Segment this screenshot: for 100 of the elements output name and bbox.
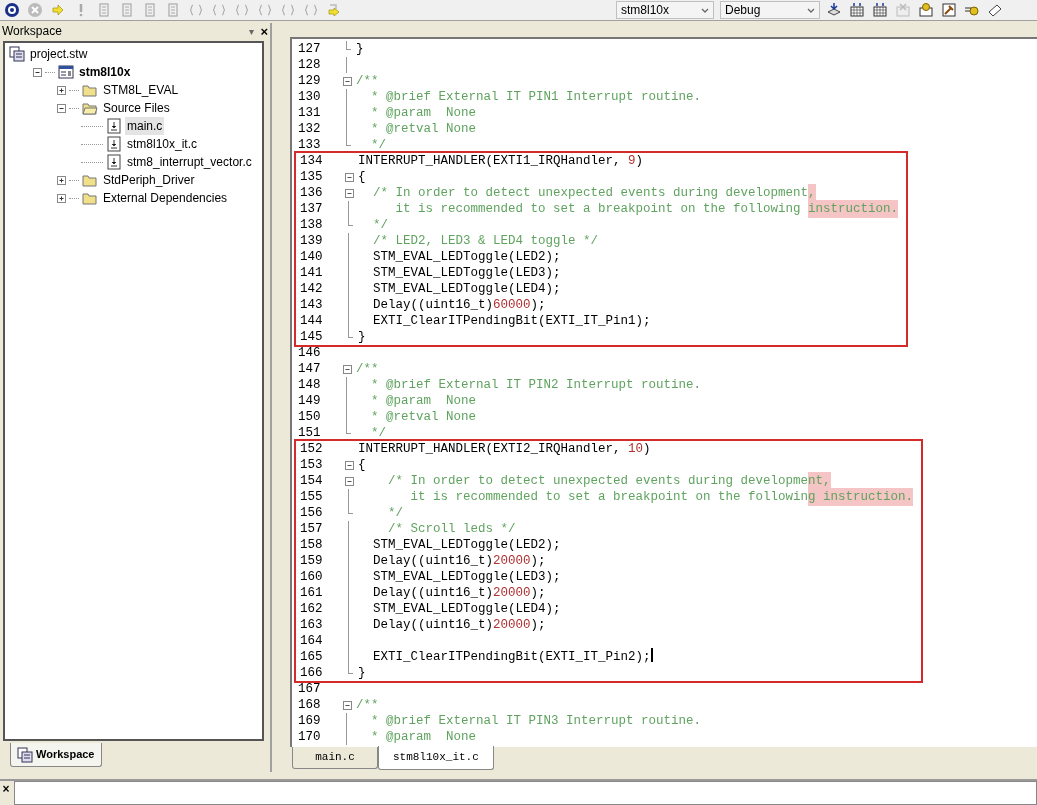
- code-comment: * @retval None: [370, 408, 477, 426]
- line-number: 129: [297, 72, 322, 90]
- number-literal: 10: [628, 440, 644, 458]
- code-comment: instruction.: [808, 199, 899, 219]
- line-number: 128: [297, 56, 322, 74]
- code-comment: /**: [356, 72, 379, 90]
- code-text: }: [358, 328, 366, 346]
- code-comment: * @brief External IT PIN2 Interrupt routine.: [370, 376, 702, 394]
- fold-line: [346, 57, 347, 73]
- expand-icon[interactable]: [57, 193, 66, 203]
- collapse-icon[interactable]: [57, 103, 66, 113]
- project-icon: [58, 64, 74, 80]
- line-number: 161: [299, 584, 324, 602]
- workspace-icon: [9, 46, 25, 62]
- line-number: 147: [297, 360, 322, 378]
- code-text: );: [530, 552, 546, 570]
- close-button[interactable]: ×: [260, 24, 268, 38]
- line-number: 131: [297, 104, 322, 122]
- code-comment: */: [372, 216, 388, 234]
- folder-icon: [82, 82, 98, 98]
- line-number: 133: [297, 136, 322, 154]
- code-text: INTERRUPT_HANDLER(EXTI2_IRQHandler,: [358, 440, 622, 458]
- close-button[interactable]: ×: [0, 781, 12, 795]
- code-text: ): [643, 440, 651, 458]
- code-text: STM_EVAL_LEDToggle(LED2);: [372, 248, 561, 266]
- code-comment: /* In order to detect unexpected events during developme: [387, 472, 809, 490]
- fold-end-line: [348, 505, 353, 514]
- line-number: 148: [297, 376, 322, 394]
- file-tab[interactable]: stm8l10x_it.c: [378, 746, 494, 770]
- line-number: 132: [297, 120, 322, 138]
- line-number: 159: [299, 552, 324, 570]
- code-text: Delay((uint16_t): [372, 616, 494, 634]
- line-number: 154: [299, 472, 324, 490]
- line-number: 139: [299, 232, 324, 250]
- line-number: 134: [299, 152, 324, 170]
- tree-item[interactable]: External Dependencies: [101, 189, 230, 207]
- number-literal: 60000: [493, 296, 531, 314]
- line-number: 156: [299, 504, 324, 522]
- code-comment: /**: [356, 696, 379, 714]
- code-comment: */: [370, 424, 386, 442]
- line-number: 150: [297, 408, 322, 426]
- tree-item[interactable]: main.c: [125, 117, 165, 135]
- collapse-icon[interactable]: [342, 364, 352, 374]
- line-number: 130: [297, 88, 322, 106]
- tree-item[interactable]: project.stw: [28, 45, 90, 63]
- configuration-dropdown[interactable]: Debug: [720, 1, 820, 19]
- fold-line: [348, 489, 349, 505]
- tree-item[interactable]: stm8l10x_it.c: [125, 135, 200, 153]
- code-text: }: [358, 664, 366, 682]
- chevron-down-icon: [701, 7, 709, 13]
- code-comment: * @retval None: [370, 120, 477, 138]
- collapse-icon[interactable]: [344, 188, 354, 198]
- line-number: 155: [299, 488, 324, 506]
- code-text: INTERRUPT_HANDLER(EXTI1_IRQHandler,: [358, 152, 622, 170]
- line-number: 136: [299, 184, 324, 202]
- tree-item[interactable]: StdPeriph_Driver: [101, 171, 197, 189]
- expand-icon[interactable]: [57, 85, 66, 95]
- workspace-icon: [17, 746, 33, 763]
- code-text: Delay((uint16_t): [372, 584, 494, 602]
- grid-icon[interactable]: [872, 2, 888, 18]
- collapse-icon[interactable]: [342, 76, 352, 86]
- dropdown-value: stm8l10x: [621, 2, 670, 19]
- file-tab[interactable]: main.c: [292, 747, 378, 769]
- grid-icon[interactable]: [849, 2, 865, 18]
- code-comment: /**: [356, 360, 379, 378]
- target-dropdown[interactable]: stm8l10x: [616, 1, 714, 19]
- hammer-icon[interactable]: [941, 2, 957, 18]
- expand-icon[interactable]: [57, 175, 66, 185]
- collapse-icon[interactable]: [344, 476, 354, 486]
- tree-item[interactable]: STM8L_EVAL: [101, 81, 181, 99]
- collapse-icon[interactable]: [33, 67, 42, 77]
- line-number: 165: [299, 648, 324, 666]
- collapse-icon[interactable]: [342, 700, 352, 710]
- folder-icon: [82, 100, 98, 116]
- code-text: Delay((uint16_t): [372, 552, 494, 570]
- line-number: 144: [299, 312, 324, 330]
- tree-item[interactable]: stm8l10x: [77, 63, 133, 81]
- chevron-down-icon: [807, 7, 815, 13]
- dropdown-value: Debug: [725, 2, 761, 19]
- minimize-button[interactable]: ▾: [249, 23, 255, 39]
- line-number: 138: [299, 216, 324, 234]
- workspace-tab[interactable]: Workspace: [10, 743, 102, 767]
- line-number: 135: [299, 168, 324, 186]
- fold-end-line: [346, 41, 351, 50]
- code-text: STM_EVAL_LEDToggle(LED4);: [372, 280, 561, 298]
- download-icon[interactable]: [826, 2, 842, 18]
- tree-item[interactable]: stm8_interrupt_vector.c: [125, 153, 254, 171]
- panel-title: Workspace: [2, 23, 62, 40]
- tree-item[interactable]: Source Files: [101, 99, 172, 117]
- code-text: );: [530, 296, 546, 314]
- fold-end-line: [348, 665, 353, 674]
- line-number: 137: [299, 200, 324, 218]
- line-number: 170: [297, 728, 322, 746]
- code-comment: * @param None: [370, 104, 477, 122]
- collapse-icon[interactable]: [344, 460, 354, 470]
- code-comment: * @brief External IT PIN3 Interrupt routine.: [370, 712, 702, 730]
- code-comment: /* LED2, LED3 & LED4 toggle */: [372, 232, 599, 250]
- collapse-icon[interactable]: [344, 172, 354, 182]
- file-icon: [106, 136, 122, 152]
- code-text: STM_EVAL_LEDToggle(LED3);: [372, 568, 561, 586]
